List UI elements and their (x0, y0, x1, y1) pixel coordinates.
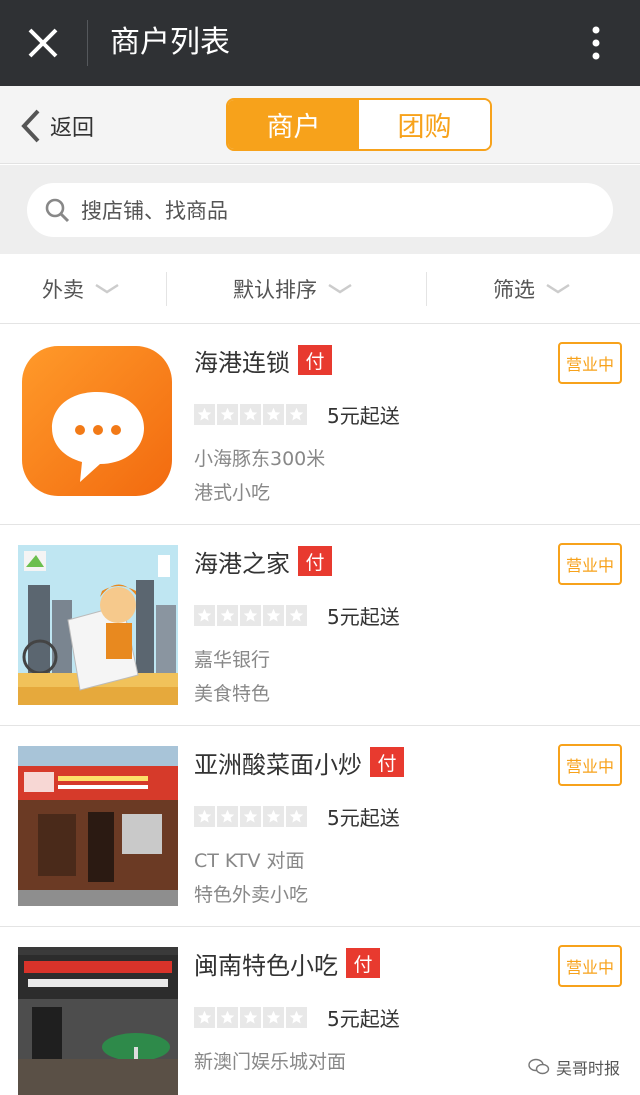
back-label: 返回 (50, 116, 95, 141)
title-divider (87, 20, 88, 66)
star-icon (217, 806, 238, 827)
title-bar: 商户列表 (0, 0, 640, 86)
star-icon (217, 605, 238, 626)
merchant-photo (18, 947, 178, 1095)
chevron-down-icon (546, 283, 570, 294)
merchant-item[interactable]: 海港连锁 付 营业中 5元起送 小海豚东300米 港式小吃 (0, 324, 640, 525)
chevron-left-icon (21, 109, 40, 143)
filter-sort[interactable]: 默认排序 (233, 254, 353, 324)
star-icon (286, 605, 307, 626)
filter-label: 筛选 (493, 278, 535, 302)
pay-badge: 付 (298, 345, 332, 375)
status-badge: 营业中 (558, 744, 622, 786)
min-order: 5元起送 (327, 605, 400, 629)
pay-badge: 付 (370, 747, 404, 777)
more-vertical-icon[interactable] (584, 22, 608, 64)
nav-bar: 返回 商户 团购 (0, 86, 640, 164)
back-button[interactable]: 返回 (18, 106, 94, 146)
merchant-name-row: 海港之家 付 (194, 543, 332, 579)
search-placeholder: 搜店铺、找商品 (81, 199, 228, 223)
min-order: 5元起送 (327, 404, 400, 428)
star-icon (240, 806, 261, 827)
filter-label: 外卖 (42, 278, 84, 302)
merchant-address: 小海豚东300米 (194, 448, 326, 470)
merchant-item[interactable]: 海港之家 付 营业中 5元起送 嘉华银行 美食特色 (0, 525, 640, 726)
star-icon (194, 605, 215, 626)
star-icon (286, 404, 307, 425)
chevron-down-icon (95, 283, 119, 294)
min-order: 5元起送 (327, 806, 400, 830)
merchant-category: 港式小吃 (194, 482, 271, 504)
merchant-photo (18, 746, 178, 906)
star-icon (263, 1007, 284, 1028)
merchant-logo (18, 344, 178, 504)
rating-row: 5元起送 (194, 802, 400, 831)
star-icon (194, 404, 215, 425)
pay-badge: 付 (298, 546, 332, 576)
rating-row: 5元起送 (194, 400, 400, 429)
search-input[interactable]: 搜店铺、找商品 (27, 183, 613, 237)
filter-delivery[interactable]: 外卖 (42, 254, 120, 324)
star-icon (240, 605, 261, 626)
rating-row: 5元起送 (194, 601, 400, 630)
search-area: 搜店铺、找商品 (0, 165, 640, 254)
merchant-name-row: 闽南特色小吃 付 (194, 945, 380, 981)
merchant-name: 亚洲酸菜面小炒 (194, 750, 362, 779)
merchant-name: 海港连锁 (194, 348, 290, 377)
star-icon (240, 404, 261, 425)
star-icon (286, 1007, 307, 1028)
merchant-category: 特色外卖小吃 (194, 884, 309, 906)
chevron-down-icon (328, 283, 352, 294)
filter-divider (166, 272, 167, 306)
merchant-category: 美食特色 (194, 683, 271, 705)
star-icon (194, 1007, 215, 1028)
star-icon (217, 404, 238, 425)
status-badge: 营业中 (558, 342, 622, 384)
watermark: 吴哥时报 (528, 1055, 620, 1079)
status-badge: 营业中 (558, 945, 622, 987)
pay-badge: 付 (346, 948, 380, 978)
watermark-text: 吴哥时报 (556, 1059, 621, 1078)
star-icon (240, 1007, 261, 1028)
star-icon (286, 806, 307, 827)
star-icon (263, 404, 284, 425)
filter-divider (426, 272, 427, 306)
status-badge: 营业中 (558, 543, 622, 585)
segmented-control: 商户 团购 (226, 98, 492, 151)
merchant-address: CT KTV 对面 (194, 850, 305, 872)
wechat-icon (528, 1058, 550, 1075)
merchant-name: 闽南特色小吃 (194, 951, 338, 980)
star-icon (263, 806, 284, 827)
merchant-address: 嘉华银行 (194, 649, 271, 671)
merchant-name-row: 亚洲酸菜面小炒 付 (194, 744, 404, 780)
merchant-item[interactable]: 亚洲酸菜面小炒 付 营业中 5元起送 CT KTV 对面 特色外卖小吃 (0, 726, 640, 927)
page-title: 商户列表 (110, 25, 230, 60)
merchant-name-row: 海港连锁 付 (194, 342, 332, 378)
close-icon[interactable] (22, 22, 64, 64)
merchant-address: 新澳门娱乐城对面 (194, 1051, 347, 1073)
rating-row: 5元起送 (194, 1003, 400, 1032)
tab-group-buy[interactable]: 团购 (359, 100, 490, 149)
min-order: 5元起送 (327, 1007, 400, 1031)
star-icon (217, 1007, 238, 1028)
filter-label: 默认排序 (233, 278, 317, 302)
merchant-name: 海港之家 (194, 549, 290, 578)
merchant-photo (18, 545, 178, 705)
filter-screen[interactable]: 筛选 (493, 254, 571, 324)
search-icon (45, 198, 70, 223)
tab-merchants[interactable]: 商户 (228, 100, 359, 149)
star-icon (194, 806, 215, 827)
filter-bar: 外卖 默认排序 筛选 (0, 254, 640, 324)
star-icon (263, 605, 284, 626)
